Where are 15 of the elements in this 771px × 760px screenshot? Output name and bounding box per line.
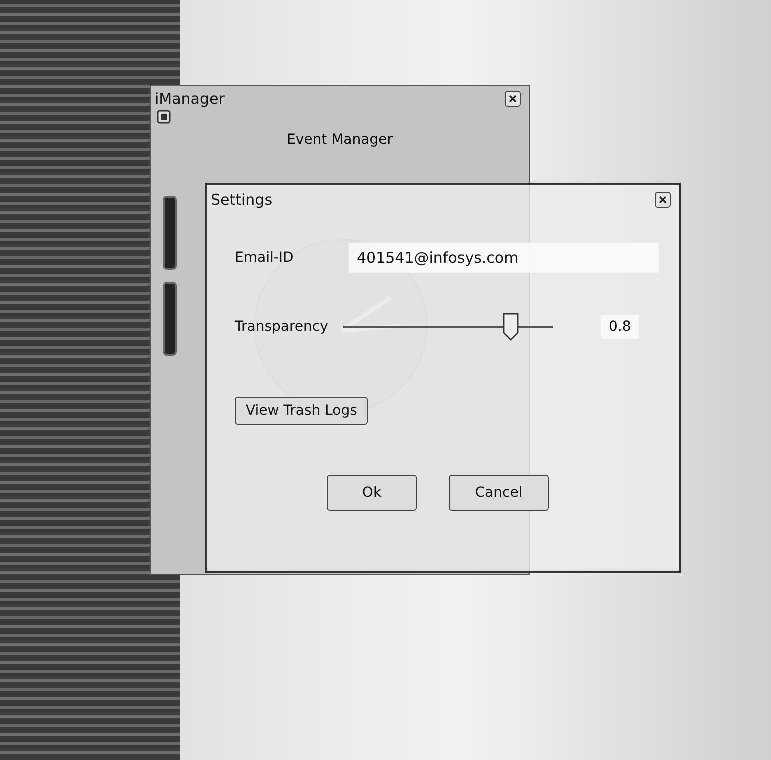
ok-button[interactable]: Ok <box>327 475 417 511</box>
slider-thumb[interactable] <box>503 313 519 341</box>
close-icon <box>508 94 518 104</box>
email-field[interactable]: 401541@infosys.com <box>349 243 659 273</box>
app-heading: Event Manager <box>286 132 394 148</box>
slider-value: 0.8 <box>601 315 640 339</box>
close-button[interactable] <box>655 192 671 208</box>
field-label: Email-ID <box>235 250 295 266</box>
dialog-title: Settings <box>211 191 273 209</box>
window-title: iManager <box>155 90 225 108</box>
close-button[interactable] <box>505 91 521 107</box>
close-icon <box>658 195 668 205</box>
view-trash-logs-button[interactable]: View Trash Logs <box>235 397 368 425</box>
window-icon <box>157 110 171 124</box>
cancel-button[interactable]: Cancel <box>449 475 549 511</box>
